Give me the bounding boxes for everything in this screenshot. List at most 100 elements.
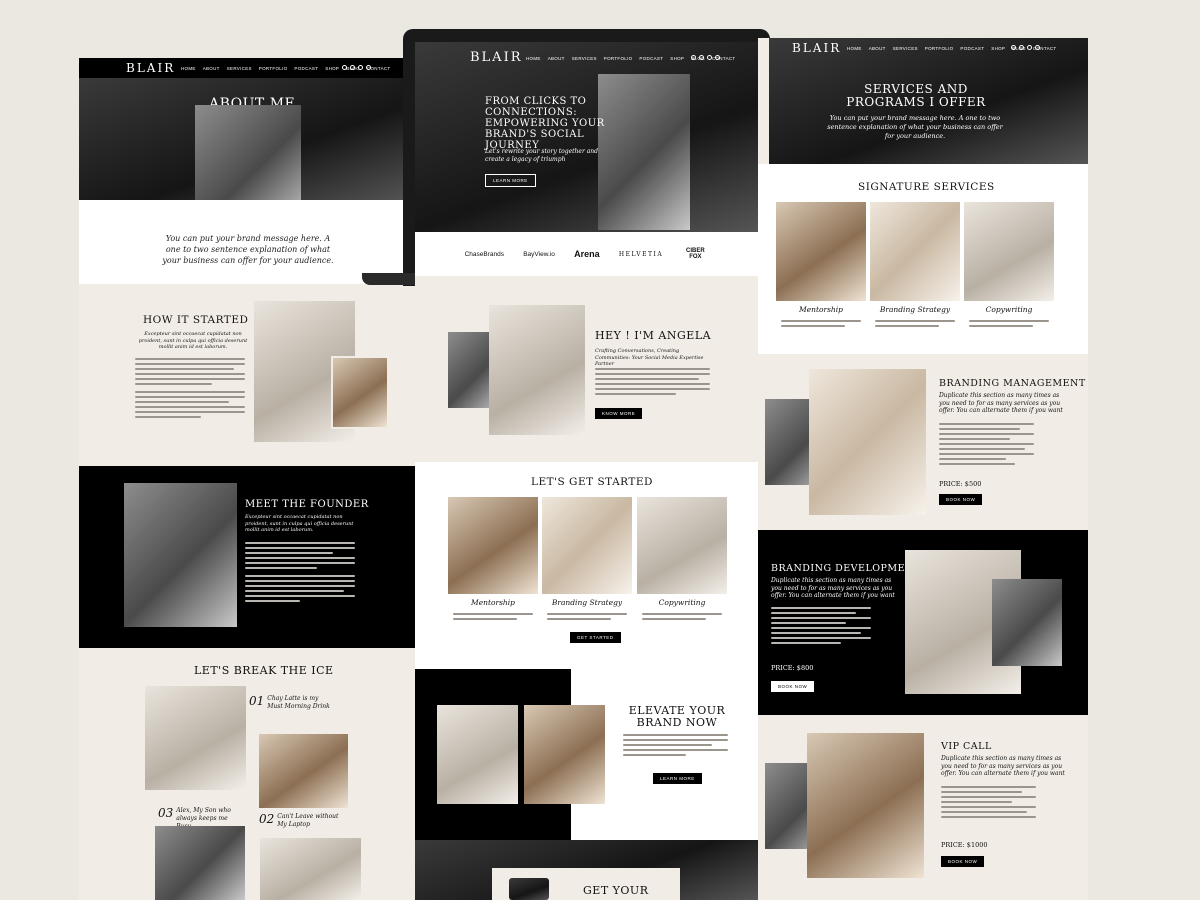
ice-photo-latte bbox=[145, 686, 246, 790]
nav-home[interactable]: HOME bbox=[181, 66, 196, 71]
service-photo-mentorship bbox=[448, 497, 538, 594]
nav-about[interactable]: ABOUT bbox=[203, 66, 220, 71]
service-desc-copywriting bbox=[642, 613, 722, 623]
pinterest-icon[interactable] bbox=[1027, 45, 1032, 50]
pinterest-icon[interactable] bbox=[358, 65, 363, 70]
nav-home[interactable]: HOME bbox=[847, 46, 862, 51]
services-hero-message: You can put your brand message here. A o… bbox=[827, 114, 1003, 140]
signature-desc-branding bbox=[875, 320, 955, 330]
how-started-photo-2 bbox=[331, 356, 389, 429]
signature-desc-copywriting bbox=[969, 320, 1049, 330]
nav-shop[interactable]: SHOP bbox=[670, 56, 684, 61]
facebook-icon[interactable] bbox=[699, 55, 704, 60]
brand-helvetia: HELVETIA bbox=[618, 250, 664, 258]
nav-about[interactable]: ABOUT bbox=[869, 46, 886, 51]
hero-learn-more-button[interactable]: LEARN MORE bbox=[485, 174, 536, 187]
ice-item-1: 01 Chay Latte is my Must Morning Drink bbox=[249, 694, 331, 711]
nav-home[interactable]: HOME bbox=[526, 56, 541, 61]
nav-portfolio[interactable]: PORTFOLIO bbox=[604, 56, 633, 61]
nav-portfolio[interactable]: PORTFOLIO bbox=[925, 46, 954, 51]
break-ice-title: LET'S BREAK THE ICE bbox=[194, 664, 334, 677]
founder-photo bbox=[124, 483, 237, 627]
instagram-icon[interactable] bbox=[342, 65, 347, 70]
brand-arena: Arena bbox=[574, 249, 600, 259]
get-started-title: LET'S GET STARTED bbox=[531, 476, 653, 488]
about-message: You can put your brand message here. A o… bbox=[162, 234, 334, 265]
package-2-features bbox=[771, 607, 871, 647]
package-2-title: BRANDING DEVELOPMENT bbox=[771, 563, 921, 574]
get-your-title: GET YOUR bbox=[583, 884, 649, 897]
nav-shop[interactable]: SHOP bbox=[325, 66, 339, 71]
founder-title: MEET THE FOUNDER bbox=[245, 499, 369, 510]
service-desc-mentorship bbox=[453, 613, 533, 623]
nav-shop[interactable]: SHOP bbox=[991, 46, 1005, 51]
package-3-price: PRICE: $1000 bbox=[941, 841, 988, 849]
package-1-subtitle: Duplicate this section as many times as … bbox=[939, 392, 1063, 414]
facebook-icon[interactable] bbox=[350, 65, 355, 70]
nav-podcast[interactable]: PODCAST bbox=[639, 56, 663, 61]
founder-subtitle: Excepteur sint occaecat cupidatat non pr… bbox=[245, 514, 354, 533]
ice-photo-building bbox=[260, 838, 361, 900]
package-3-photo-main bbox=[807, 733, 924, 878]
package-1-book-button[interactable]: BOOK NOW bbox=[939, 494, 983, 505]
service-desc-branding bbox=[547, 613, 627, 623]
elevate-photo-1 bbox=[437, 705, 518, 804]
how-started-subtitle: Excepteur sint occaecat cupidatat non pr… bbox=[138, 331, 248, 350]
hero-subhead: Let's rewrite your story together and cr… bbox=[485, 148, 599, 163]
hero-headline: FROM CLICKS TO CONNECTIONS: EMPOWERING Y… bbox=[485, 96, 605, 151]
hero-logo[interactable]: BLAIR bbox=[470, 50, 523, 65]
package-3-title: VIP CALL bbox=[941, 741, 992, 752]
pinterest-icon[interactable] bbox=[707, 55, 712, 60]
left-page: BLAIR HOME ABOUT SERVICES PORTFOLIO PODC… bbox=[79, 58, 415, 900]
ice-item-1-number: 01 bbox=[249, 694, 265, 708]
service-label-branding: Branding Strategy bbox=[551, 598, 623, 607]
nav-services[interactable]: SERVICES bbox=[227, 66, 252, 71]
hero-social-icons bbox=[691, 55, 720, 60]
nav-portfolio[interactable]: PORTFOLIO bbox=[259, 66, 288, 71]
package-2-book-button[interactable]: BOOK NOW bbox=[771, 681, 815, 692]
package-1-price: PRICE: $500 bbox=[939, 480, 982, 488]
nav-podcast[interactable]: PODCAST bbox=[960, 46, 984, 51]
brand-bayview: BayView.io bbox=[523, 250, 555, 258]
nav-podcast[interactable]: PODCAST bbox=[294, 66, 318, 71]
package-1-photo-main bbox=[809, 369, 926, 515]
elevate-learn-more-button[interactable]: LEARN MORE bbox=[653, 773, 702, 784]
signature-label-copywriting: Copywriting bbox=[985, 305, 1033, 314]
nav-about[interactable]: ABOUT bbox=[548, 56, 565, 61]
services-logo[interactable]: BLAIR bbox=[792, 41, 841, 55]
signature-title: SIGNATURE SERVICES bbox=[858, 181, 995, 193]
package-2-price: PRICE: $800 bbox=[771, 664, 814, 672]
service-label-copywriting: Copywriting bbox=[658, 598, 706, 607]
ice-item-1-text: Chay Latte is my Must Morning Drink bbox=[267, 695, 330, 710]
ice-photo-laptop bbox=[259, 734, 348, 808]
get-started-button[interactable]: GET STARTED bbox=[570, 632, 621, 643]
twitter-icon[interactable] bbox=[366, 65, 371, 70]
instagram-icon[interactable] bbox=[691, 55, 696, 60]
twitter-icon[interactable] bbox=[715, 55, 720, 60]
services-social-icons bbox=[1011, 45, 1040, 50]
package-1-title: BRANDING MANAGEMENT bbox=[939, 378, 1086, 389]
service-label-mentorship: Mentorship bbox=[471, 598, 515, 607]
elevate-title: ELEVATE YOUR BRAND NOW bbox=[628, 704, 726, 729]
brand-chasebrands: ChaseBrands bbox=[464, 250, 504, 258]
package-1-features bbox=[939, 423, 1034, 468]
how-started-title: HOW IT STARTED bbox=[143, 314, 249, 326]
facebook-icon[interactable] bbox=[1019, 45, 1024, 50]
know-more-button[interactable]: KNOW MORE bbox=[595, 408, 643, 419]
ice-item-2: 02 Can't Leave without My Laptop bbox=[259, 812, 341, 829]
services-hero-title: SERVICES AND PROGRAMS I OFFER bbox=[846, 82, 986, 109]
nav-services[interactable]: SERVICES bbox=[893, 46, 918, 51]
ice-item-2-text: Can't Leave without My Laptop bbox=[277, 813, 339, 828]
instagram-icon[interactable] bbox=[1011, 45, 1016, 50]
service-photo-copywriting bbox=[637, 497, 727, 594]
social-icons bbox=[342, 65, 371, 70]
brand-logo[interactable]: BLAIR bbox=[126, 61, 175, 75]
package-3-book-button[interactable]: BOOK NOW bbox=[941, 856, 985, 867]
ice-item-3-number: 03 bbox=[158, 806, 174, 820]
nav-services[interactable]: SERVICES bbox=[572, 56, 597, 61]
signature-photo-mentorship bbox=[776, 202, 866, 301]
twitter-icon[interactable] bbox=[1035, 45, 1040, 50]
center-page: BLAIR HOME ABOUT SERVICES PORTFOLIO PODC… bbox=[415, 42, 758, 900]
right-page: BLAIR HOME ABOUT SERVICES PORTFOLIO PODC… bbox=[758, 38, 1088, 900]
ice-item-2-number: 02 bbox=[259, 812, 275, 826]
